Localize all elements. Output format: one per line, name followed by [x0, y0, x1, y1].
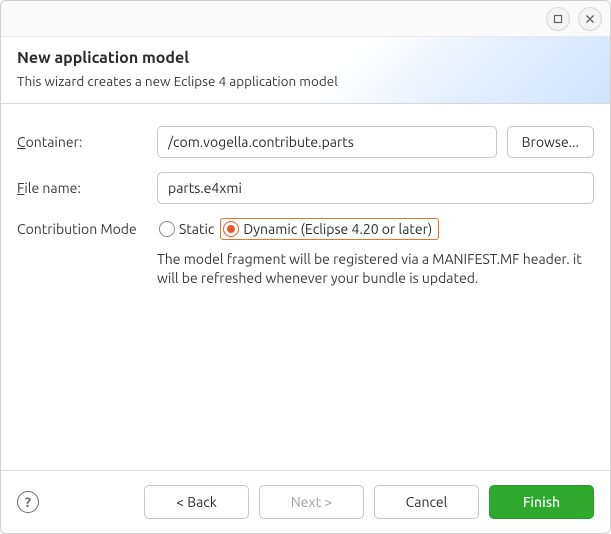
container-input[interactable] [157, 126, 497, 158]
square-icon [553, 14, 563, 24]
close-icon [585, 14, 595, 24]
finish-button[interactable]: Finish [489, 485, 594, 519]
next-button: Next > [259, 485, 364, 519]
container-label: Container: [17, 134, 147, 150]
wizard-dialog: New application model This wizard create… [0, 0, 611, 534]
mode-row: Contribution Mode Static Dynamic (Eclips… [17, 218, 594, 240]
close-button[interactable] [578, 7, 602, 31]
wizard-title: New application model [17, 49, 594, 67]
radio-icon [223, 221, 239, 237]
radio-icon [159, 221, 175, 237]
back-button[interactable]: < Back [144, 485, 249, 519]
browse-button[interactable]: Browse... [507, 126, 594, 158]
wizard-subtitle: This wizard creates a new Eclipse 4 appl… [17, 73, 594, 89]
mode-dynamic-label: Dynamic (Eclipse 4.20 or later) [243, 221, 432, 237]
titlebar [1, 1, 610, 37]
filename-label: File name: [17, 180, 147, 196]
radio-dot-icon [227, 225, 235, 233]
wizard-body: Container: Browse... File name: Contribu… [1, 104, 610, 470]
wizard-header: New application model This wizard create… [1, 37, 610, 104]
help-icon[interactable]: ? [17, 491, 39, 513]
mode-static-radio[interactable]: Static [157, 219, 220, 239]
mode-description: The model fragment will be registered vi… [157, 250, 587, 288]
filename-input[interactable] [157, 172, 594, 204]
filename-row: File name: [17, 172, 594, 204]
mode-dynamic-radio[interactable]: Dynamic (Eclipse 4.20 or later) [220, 218, 439, 240]
mode-radio-group: Static Dynamic (Eclipse 4.20 or later) [157, 218, 439, 240]
mode-static-label: Static [179, 221, 214, 237]
cancel-button[interactable]: Cancel [374, 485, 479, 519]
container-row: Container: Browse... [17, 126, 594, 158]
mode-label: Contribution Mode [17, 221, 147, 237]
wizard-footer: ? < Back Next > Cancel Finish [1, 470, 610, 533]
maximize-button[interactable] [546, 7, 570, 31]
